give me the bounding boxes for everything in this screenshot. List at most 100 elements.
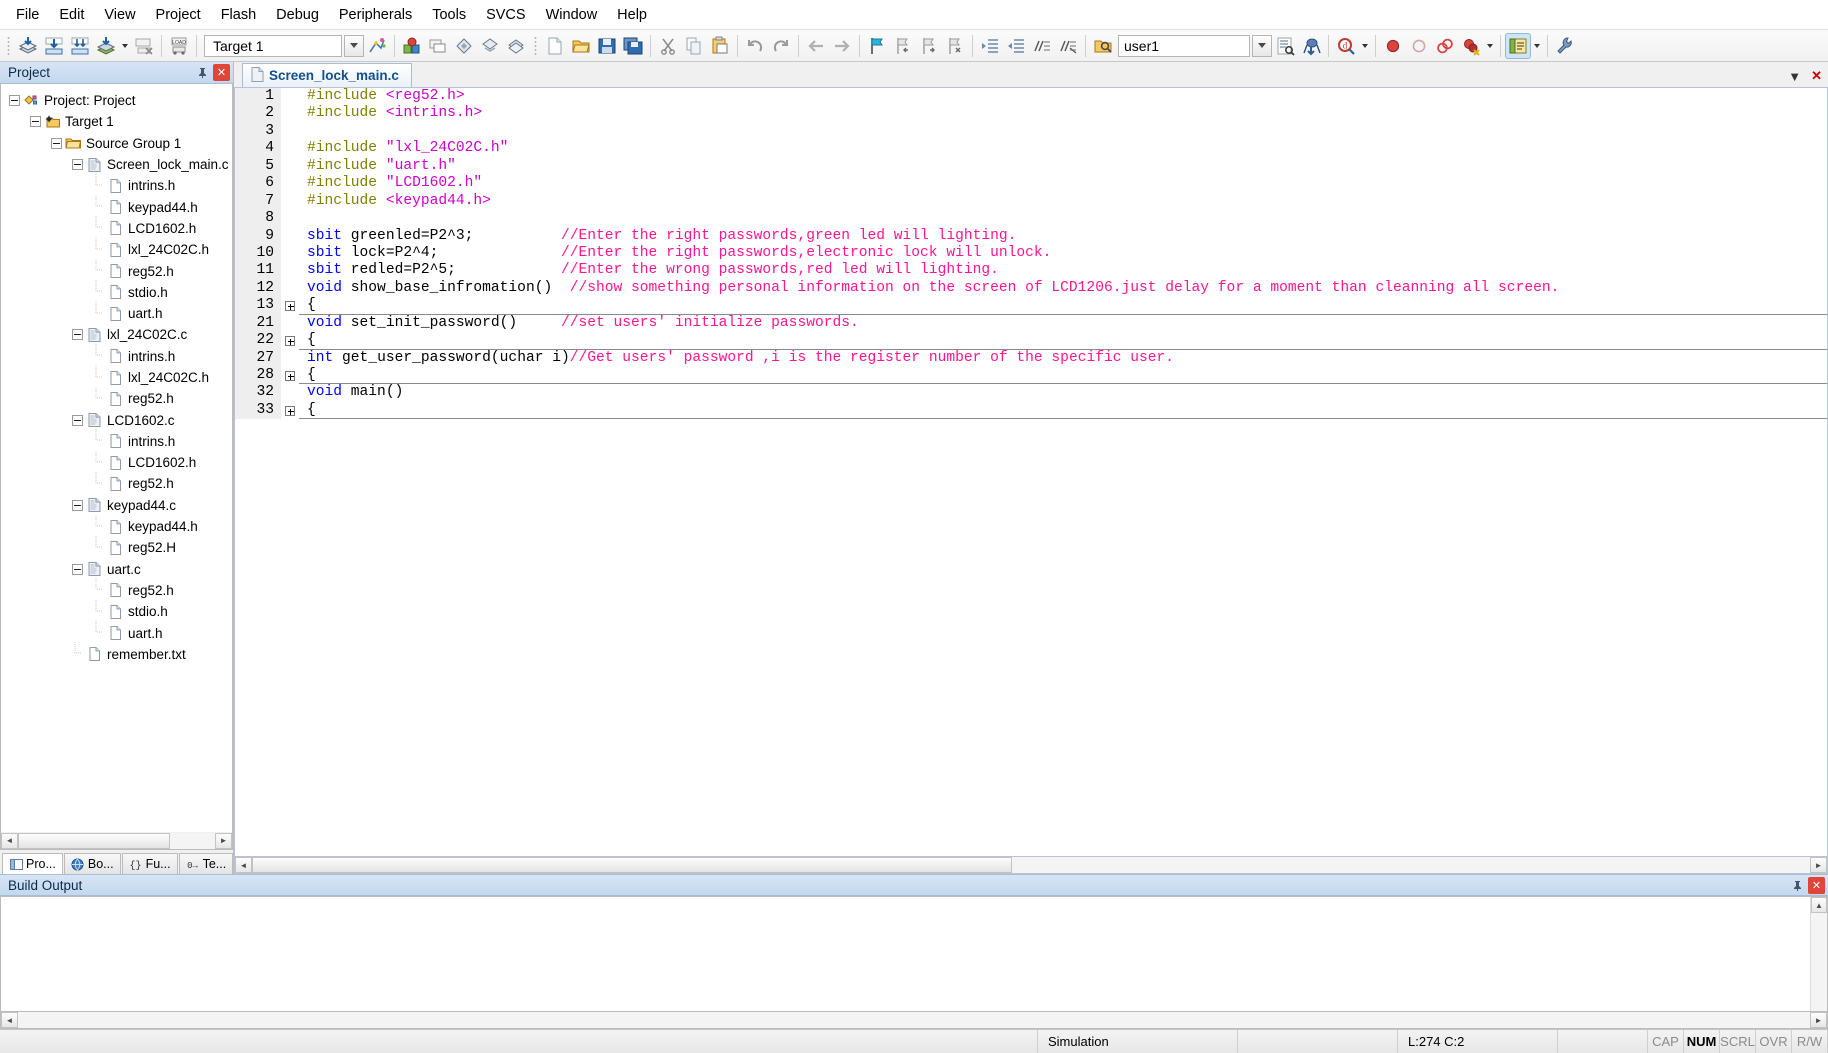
- indent-icon[interactable]: [977, 33, 1003, 59]
- tree-item[interactable]: stdio.h: [1, 280, 232, 303]
- hscroll-thumb[interactable]: [18, 832, 170, 849]
- code-line[interactable]: 33 {: [235, 401, 1827, 420]
- toolbar-grip[interactable]: [532, 34, 539, 57]
- code-line[interactable]: 22 {: [235, 332, 1827, 350]
- previous-bookmark-icon[interactable]: [890, 33, 916, 59]
- new-file-icon[interactable]: [542, 33, 568, 59]
- diamond-2-icon[interactable]: [477, 33, 503, 59]
- batch-build-dropdown-icon[interactable]: [119, 33, 131, 59]
- project-window-icon[interactable]: [1505, 32, 1531, 59]
- menu-item-edit[interactable]: Edit: [49, 3, 94, 27]
- menu-item-help[interactable]: Help: [607, 3, 657, 27]
- code-line[interactable]: 6 #include "LCD1602.h": [235, 175, 1827, 193]
- tree-item[interactable]: intrins.h: [1, 344, 232, 367]
- tree-item[interactable]: keypad44.h: [1, 195, 232, 217]
- open-file-icon[interactable]: [568, 33, 594, 59]
- tree-collapse-icon[interactable]: [51, 137, 62, 149]
- code-line[interactable]: 8: [235, 210, 1827, 228]
- hscroll-track[interactable]: [18, 832, 215, 849]
- pane-tab-te[interactable]: 0→ Te...: [178, 853, 234, 874]
- tree-collapse-icon[interactable]: [72, 414, 83, 426]
- code-line[interactable]: 5 #include "uart.h": [235, 157, 1827, 176]
- code-line[interactable]: 11 sbit redled=P2^5; //Enter the wrong pa…: [235, 262, 1827, 280]
- code-editor[interactable]: 1 #include <reg52.h> 2 #include <intrins.h>…: [234, 87, 1828, 857]
- project-tree-container[interactable]: Project: Project Target 1 Source Group 1 Sc…: [0, 84, 233, 832]
- insert-breakpoint-icon[interactable]: [1380, 33, 1406, 59]
- tree-item[interactable]: Screen_lock_main.c: [1, 154, 232, 175]
- tree-collapse-icon[interactable]: [72, 159, 83, 171]
- navigate-back-icon[interactable]: [803, 33, 829, 59]
- tree-item[interactable]: lxl_24C02C.h: [1, 237, 232, 260]
- build-output-hscrollbar[interactable]: ◄ ►: [0, 1012, 1828, 1029]
- close-icon[interactable]: ✕: [213, 64, 230, 81]
- disable-all-breakpoints-icon[interactable]: [1432, 33, 1458, 59]
- close-icon[interactable]: ✕: [1808, 876, 1825, 894]
- tree-item[interactable]: Target 1: [1, 111, 232, 132]
- code-line[interactable]: 12 void show_base_infromation() //show so…: [235, 279, 1827, 298]
- menu-item-file[interactable]: File: [6, 3, 49, 27]
- manage-windows-icon[interactable]: [425, 33, 451, 59]
- find-input[interactable]: user1: [1118, 34, 1250, 57]
- build-output-body[interactable]: ▲: [0, 896, 1828, 1012]
- tree-item[interactable]: keypad44.h: [1, 514, 232, 537]
- diamond-1-icon[interactable]: [451, 33, 477, 59]
- tree-item[interactable]: intrins.h: [1, 173, 232, 196]
- menu-item-peripherals[interactable]: Peripherals: [329, 3, 422, 27]
- outdent-icon[interactable]: [1003, 33, 1029, 59]
- paste-icon[interactable]: [707, 33, 733, 59]
- download-icon[interactable]: LOAD: [166, 33, 192, 59]
- tree-item[interactable]: LCD1602.h: [1, 216, 232, 239]
- pane-tab-bo[interactable]: Bo...: [63, 853, 121, 874]
- project-window-dropdown-icon[interactable]: [1531, 33, 1543, 59]
- target-selector[interactable]: Target 1: [204, 34, 342, 57]
- menu-item-tools[interactable]: Tools: [422, 3, 476, 27]
- tree-collapse-icon[interactable]: [72, 499, 83, 511]
- tree-item[interactable]: intrins.h: [1, 429, 232, 452]
- find-history-dropdown-icon[interactable]: [1252, 34, 1272, 57]
- fold-expand-icon[interactable]: [281, 335, 299, 346]
- toolbar-grip[interactable]: [5, 34, 12, 57]
- code-line[interactable]: 13 {: [235, 297, 1827, 315]
- save-icon[interactable]: [594, 33, 620, 59]
- hscroll-track[interactable]: [18, 1012, 1810, 1028]
- save-all-icon[interactable]: [620, 33, 646, 59]
- scroll-up-arrow-icon[interactable]: ▲: [1811, 897, 1827, 913]
- pane-tab-fu[interactable]: {} Fu...: [121, 853, 178, 874]
- document-tab-screen-lock-main[interactable]: Screen_lock_main.c: [242, 63, 412, 87]
- target-selector-dropdown-icon[interactable]: [344, 34, 364, 57]
- code-line[interactable]: 4 #include "lxl_24C02C.h": [235, 140, 1827, 158]
- tree-item[interactable]: reg52.h: [1, 259, 232, 281]
- tree-item[interactable]: reg52.h: [1, 472, 232, 494]
- toggle-bookmark-icon[interactable]: [864, 33, 890, 59]
- configuration-icon[interactable]: [1552, 33, 1578, 59]
- code-line[interactable]: 10 sbit lock=P2^4; //Enter the right pass…: [235, 244, 1827, 263]
- tree-item[interactable]: stdio.h: [1, 599, 232, 622]
- code-scroll-area[interactable]: 1 #include <reg52.h> 2 #include <intrins.h>…: [235, 88, 1827, 856]
- tree-item[interactable]: LCD1602.h: [1, 450, 232, 473]
- code-line[interactable]: 9 sbit greenled=P2^3; //Enter the right p…: [235, 227, 1827, 245]
- menu-item-svcs[interactable]: SVCS: [476, 3, 536, 27]
- redo-icon[interactable]: [768, 33, 794, 59]
- fold-expand-icon[interactable]: [281, 405, 299, 416]
- code-line[interactable]: 1 #include <reg52.h>: [235, 88, 1827, 106]
- bookmark-list-icon[interactable]: [1272, 33, 1298, 59]
- scroll-right-arrow-icon[interactable]: ►: [1810, 1012, 1827, 1028]
- build-output-vscrollbar[interactable]: ▲: [1810, 897, 1827, 1011]
- code-line[interactable]: 3: [235, 122, 1827, 141]
- code-line[interactable]: 28 {: [235, 367, 1827, 385]
- search-dropdown-icon[interactable]: [1359, 33, 1371, 59]
- cut-icon[interactable]: [655, 33, 681, 59]
- menu-item-window[interactable]: Window: [536, 3, 608, 27]
- tree-item[interactable]: uart.h: [1, 621, 232, 643]
- stop-build-icon[interactable]: [131, 33, 157, 59]
- debug-session-icon[interactable]: [1298, 33, 1324, 59]
- pane-tab-pro[interactable]: Pro...: [2, 853, 63, 874]
- find-in-files-icon[interactable]: [1090, 33, 1116, 59]
- fold-expand-icon[interactable]: [281, 370, 299, 381]
- tree-item[interactable]: reg52.h: [1, 386, 232, 409]
- uncomment-icon[interactable]: [1055, 33, 1081, 59]
- scroll-right-arrow-icon[interactable]: ►: [1810, 857, 1827, 873]
- fold-expand-icon[interactable]: [281, 300, 299, 311]
- menu-item-project[interactable]: Project: [146, 3, 211, 27]
- kill-all-breakpoints-icon[interactable]: [1458, 33, 1484, 59]
